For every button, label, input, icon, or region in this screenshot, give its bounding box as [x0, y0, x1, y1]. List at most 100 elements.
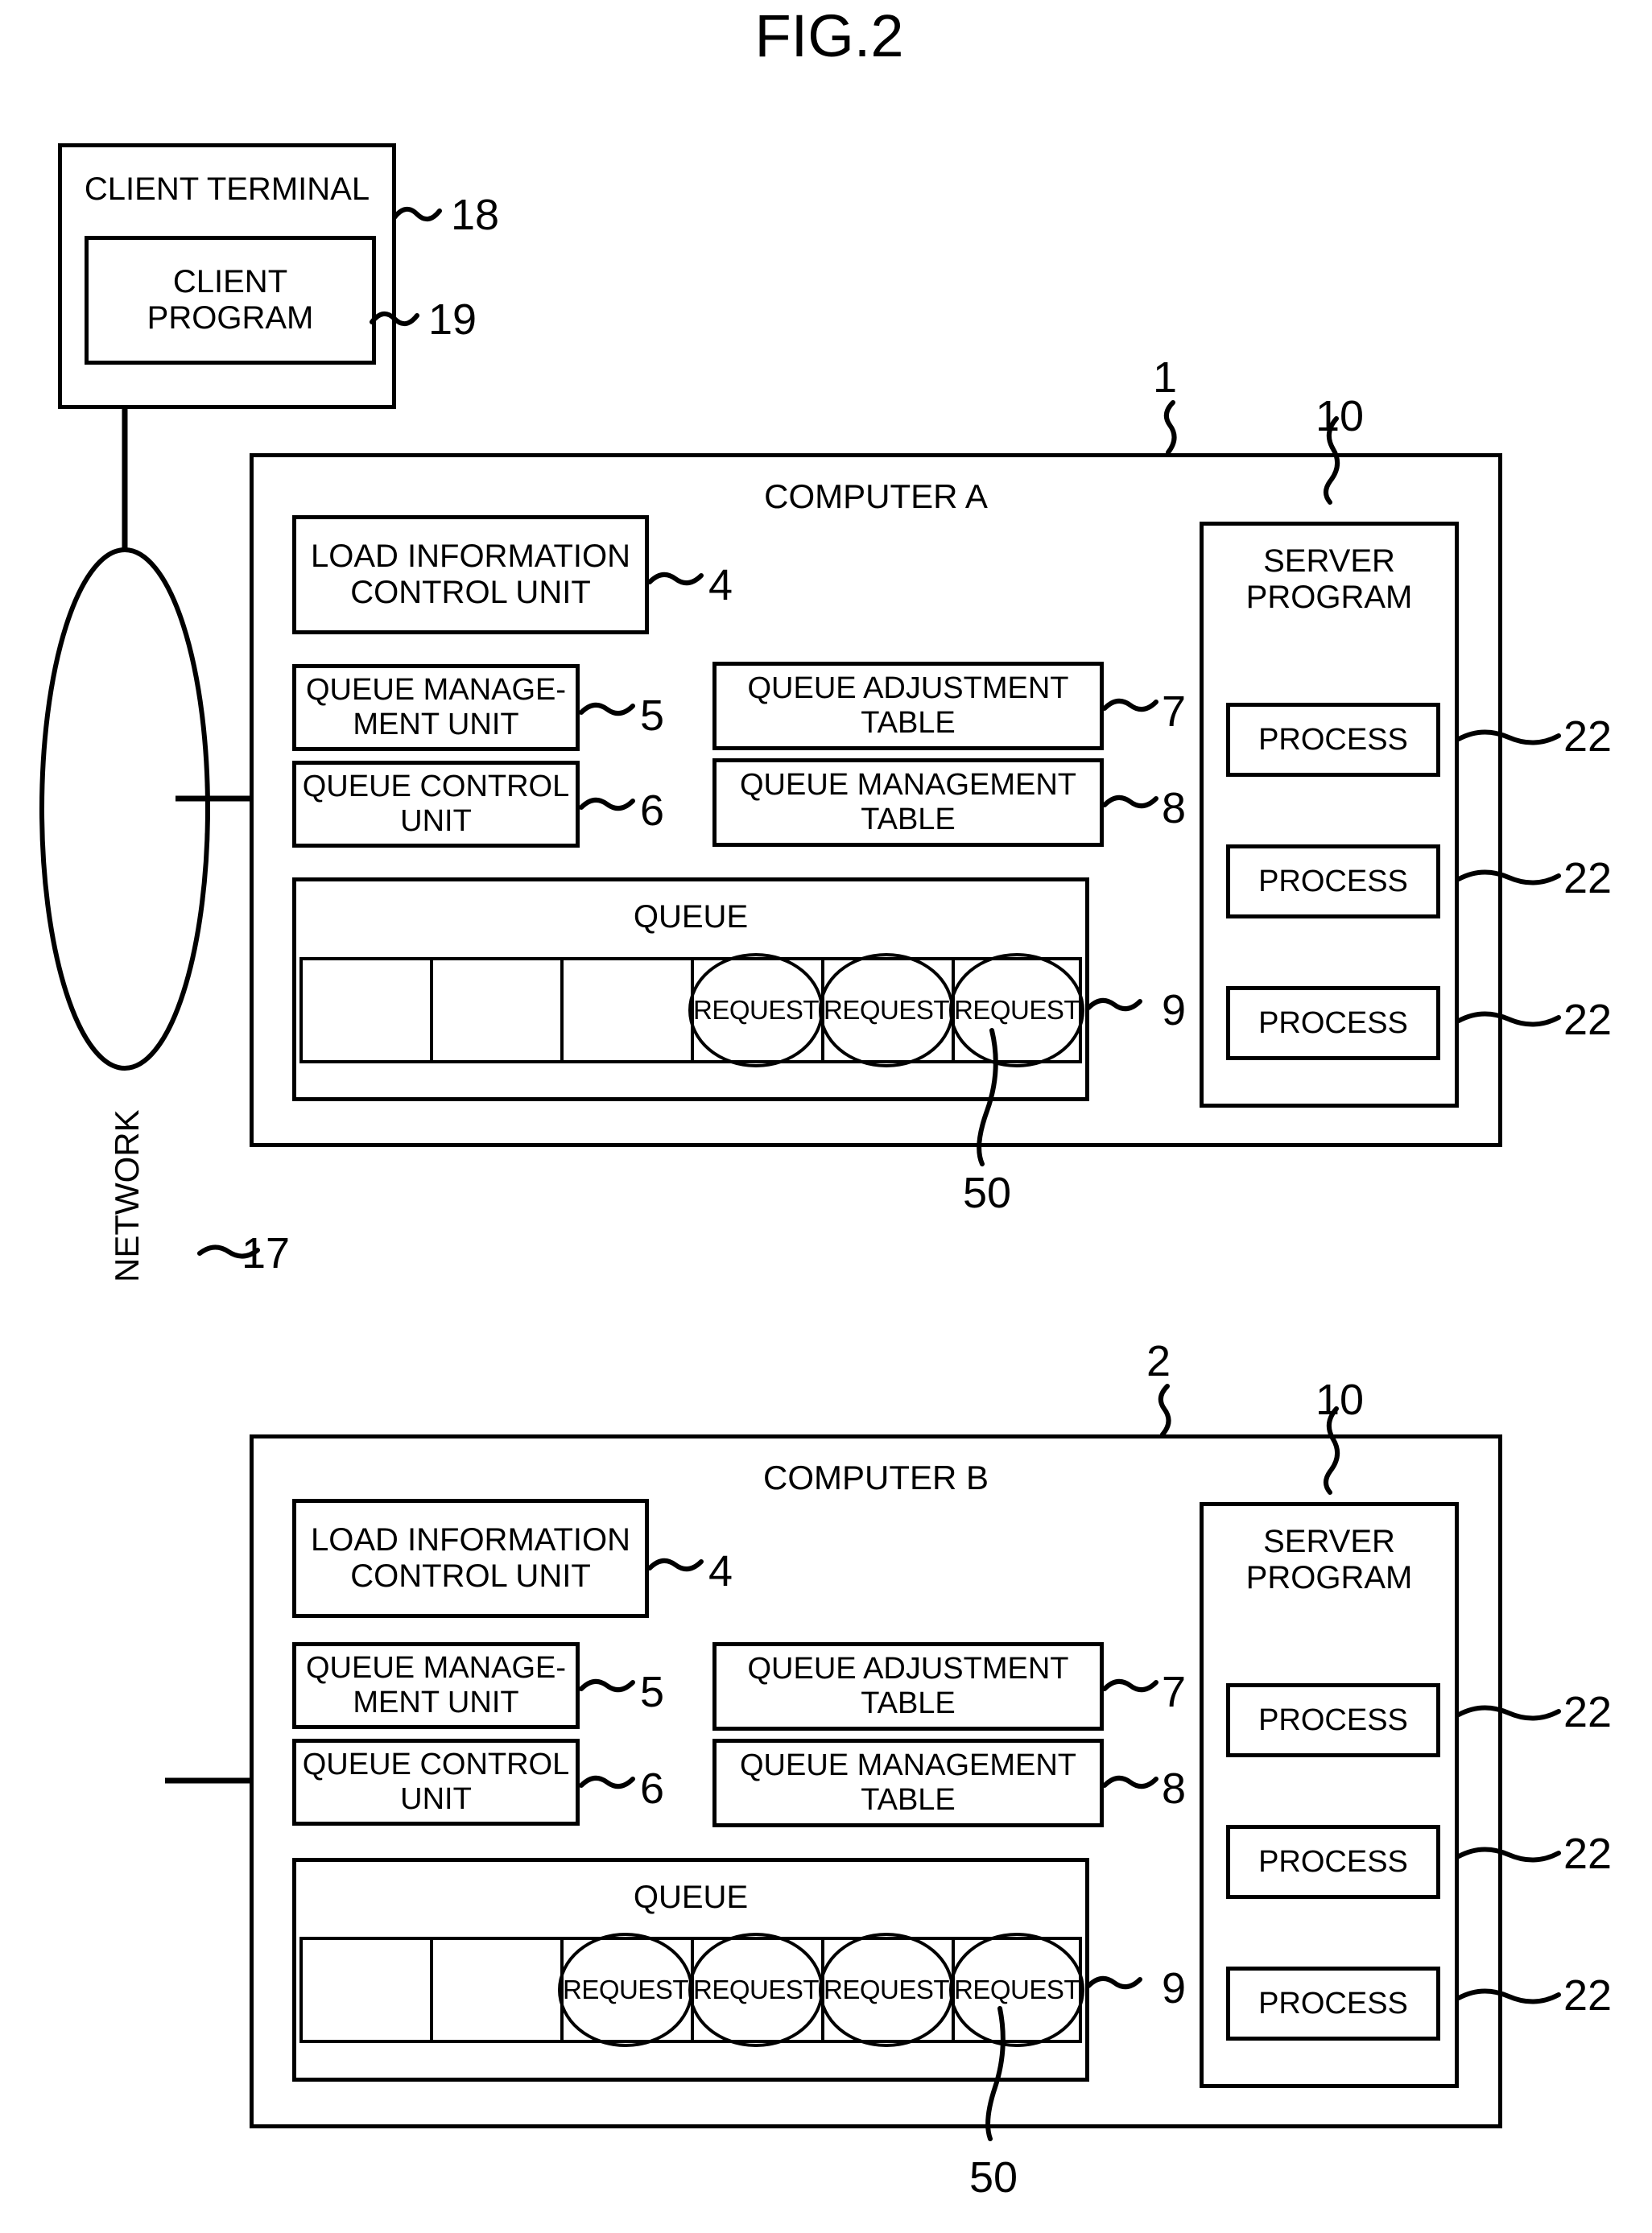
ref-9-a: 9: [1162, 986, 1187, 1034]
ref-50-b: 50: [969, 2153, 1018, 2202]
ref-6-a: 6: [640, 786, 665, 835]
queue-cell-empty: [430, 957, 560, 1063]
request-circle: REQUEST: [949, 953, 1084, 1067]
leader-18: [392, 207, 442, 221]
server-program-label-b: SERVER PROGRAM: [1204, 1524, 1455, 1596]
ref-10-a: 10: [1315, 392, 1365, 440]
unit-label-line2: MENT UNIT: [353, 1686, 519, 1719]
unit-label-line2: CONTROL UNIT: [350, 1558, 591, 1594]
process-box: PROCESS: [1226, 1825, 1440, 1899]
ref-4-b: 4: [708, 1547, 733, 1595]
process-label: PROCESS: [1258, 1703, 1408, 1737]
ref-7-b: 7: [1162, 1668, 1187, 1716]
queue-management-unit-a: QUEUE MANAGE- MENT UNIT: [292, 664, 580, 751]
load-information-control-unit-a: LOAD INFORMATION CONTROL UNIT: [292, 515, 649, 634]
figure-title: FIG.2: [754, 2, 904, 69]
network-label: NETWORK: [108, 1109, 146, 1282]
process-label: PROCESS: [1258, 864, 1408, 898]
process-label: PROCESS: [1258, 1005, 1408, 1040]
table-label-line1: QUEUE MANAGEMENT: [739, 1748, 1077, 1783]
ref-2: 2: [1146, 1337, 1171, 1385]
ref-50-a: 50: [963, 1169, 1012, 1217]
ref-19: 19: [428, 295, 477, 344]
patent-figure: FIG.2 CLIENT TERMINAL CLIENT PROGRAM 18 …: [0, 0, 1652, 2233]
unit-label-line1: QUEUE MANAGE-: [305, 1651, 567, 1686]
table-label-line2: TABLE: [861, 803, 956, 836]
unit-label-line1: LOAD INFORMATION: [310, 1522, 631, 1558]
ref-17: 17: [242, 1229, 291, 1277]
table-label-line1: QUEUE MANAGEMENT: [739, 768, 1077, 803]
unit-label-line1: QUEUE CONTROL: [302, 770, 570, 804]
unit-label-line2: UNIT: [400, 804, 472, 838]
computer-a-title: COMPUTER A: [764, 477, 988, 515]
queue-management-table-b: QUEUE MANAGEMENT TABLE: [712, 1739, 1104, 1827]
table-label-line1: QUEUE ADJUSTMENT: [747, 1652, 1069, 1686]
ref-10-b: 10: [1315, 1376, 1365, 1424]
queue-label-b: QUEUE: [633, 1880, 749, 1915]
request-circle: REQUEST: [558, 1933, 693, 2047]
process-box: PROCESS: [1226, 986, 1440, 1060]
unit-label-line1: QUEUE CONTROL: [302, 1748, 570, 1782]
unit-label-line2: CONTROL UNIT: [350, 575, 591, 610]
request-circle: REQUEST: [688, 953, 824, 1067]
server-program-line1: SERVER: [1263, 1524, 1395, 1559]
unit-label-line2: UNIT: [400, 1782, 472, 1816]
client-terminal-label: CLIENT TERMINAL: [84, 171, 370, 207]
ref-22-b2: 22: [1563, 1830, 1613, 1878]
ref-8-a: 8: [1162, 784, 1187, 832]
ref-9-b: 9: [1162, 1964, 1187, 2012]
ref-6-b: 6: [640, 1765, 665, 1813]
table-label-line1: QUEUE ADJUSTMENT: [747, 671, 1069, 706]
ref-8-b: 8: [1162, 1765, 1187, 1813]
network-oval: [39, 547, 210, 1071]
computer-b-title: COMPUTER B: [762, 1459, 989, 1496]
client-program-label-line1: CLIENT: [172, 264, 288, 300]
ref-1: 1: [1153, 353, 1178, 402]
server-program-label-a: SERVER PROGRAM: [1204, 543, 1455, 616]
ref-22-b1: 22: [1563, 1688, 1613, 1736]
leader-2: [1158, 1384, 1171, 1437]
table-label-line2: TABLE: [861, 706, 956, 740]
queue-adjustment-table-b: QUEUE ADJUSTMENT TABLE: [712, 1642, 1104, 1731]
server-program-box-b: SERVER PROGRAM PROCESS PROCESS PROCESS: [1200, 1502, 1459, 2088]
process-box: PROCESS: [1226, 1967, 1440, 2041]
queue-adjustment-table-a: QUEUE ADJUSTMENT TABLE: [712, 662, 1104, 750]
process-box: PROCESS: [1226, 703, 1440, 777]
queue-label-a: QUEUE: [633, 899, 749, 935]
queue-management-unit-b: QUEUE MANAGE- MENT UNIT: [292, 1642, 580, 1729]
unit-label-line1: QUEUE MANAGE-: [305, 673, 567, 708]
process-box: PROCESS: [1226, 1683, 1440, 1757]
ref-22-b3: 22: [1563, 1971, 1613, 2020]
queue-control-unit-b: QUEUE CONTROL UNIT: [292, 1739, 580, 1826]
ref-4-a: 4: [708, 561, 733, 609]
load-information-control-unit-b: LOAD INFORMATION CONTROL UNIT: [292, 1499, 649, 1618]
request-circle: REQUEST: [949, 1933, 1084, 2047]
ref-7-a: 7: [1162, 687, 1187, 736]
queue-control-unit-a: QUEUE CONTROL UNIT: [292, 761, 580, 848]
server-program-line2: PROGRAM: [1245, 1559, 1413, 1595]
queue-cell-empty: [299, 1937, 430, 2043]
request-circle: REQUEST: [819, 1933, 954, 2047]
queue-cell-empty: [560, 957, 691, 1063]
queue-management-table-a: QUEUE MANAGEMENT TABLE: [712, 758, 1104, 847]
ref-5-b: 5: [640, 1668, 665, 1716]
client-terminal-box: CLIENT TERMINAL CLIENT PROGRAM: [58, 143, 396, 409]
request-circle: REQUEST: [819, 953, 954, 1067]
queue-cell-empty: [299, 957, 430, 1063]
table-label-line2: TABLE: [861, 1783, 956, 1817]
process-label: PROCESS: [1258, 722, 1408, 757]
ref-18: 18: [451, 191, 500, 239]
queue-cell-empty: [430, 1937, 560, 2043]
client-program-box: CLIENT PROGRAM: [85, 236, 376, 365]
client-program-label-line2: PROGRAM: [147, 300, 314, 336]
process-label: PROCESS: [1258, 1986, 1408, 2020]
server-program-box-a: SERVER PROGRAM PROCESS PROCESS PROCESS: [1200, 522, 1459, 1108]
unit-label-line1: LOAD INFORMATION: [310, 539, 631, 575]
server-program-line2: PROGRAM: [1245, 579, 1413, 615]
unit-label-line2: MENT UNIT: [353, 708, 519, 741]
ref-22-a3: 22: [1563, 996, 1613, 1044]
ref-22-a2: 22: [1563, 854, 1613, 902]
ref-5-a: 5: [640, 691, 665, 740]
table-label-line2: TABLE: [861, 1686, 956, 1720]
request-circle: REQUEST: [688, 1933, 824, 2047]
